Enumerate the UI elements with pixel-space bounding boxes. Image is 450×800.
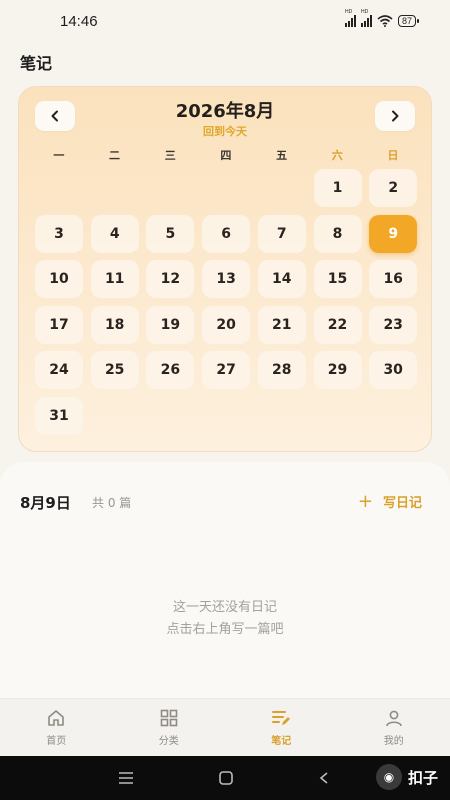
- calendar-day[interactable]: 4: [90, 214, 139, 253]
- menu-icon: [119, 772, 133, 784]
- signal-hd-label: HD: [360, 9, 369, 15]
- menu-button[interactable]: [116, 768, 136, 788]
- chevron-right-icon: [392, 110, 399, 122]
- weekday-label-saturday: 六: [331, 149, 343, 162]
- calendar-day[interactable]: 17: [35, 305, 83, 344]
- nav-label-notes: 笔记: [271, 736, 292, 747]
- calendar-day[interactable]: 15: [313, 260, 362, 298]
- calendar-day[interactable]: 27: [202, 351, 251, 389]
- calendar-day[interactable]: 23: [369, 305, 418, 344]
- status-bar: 14:46 HD HD 87: [0, 0, 450, 42]
- signal-icon: HD: [360, 9, 372, 27]
- weekday-label: 四: [220, 149, 232, 162]
- calendar-day[interactable]: 13: [202, 260, 251, 298]
- calendar-day-selected[interactable]: 9: [369, 214, 418, 253]
- entries-sheet: 8月9日 共 0 篇 + 写日记 这一天还没有日记 点击右上角写一篇吧: [0, 462, 450, 698]
- calendar-day[interactable]: 26: [146, 351, 195, 389]
- calendar-day[interactable]: 30: [369, 351, 418, 389]
- next-month-button[interactable]: [375, 101, 415, 131]
- entry-count: 共 0 篇: [92, 496, 132, 510]
- nav-item-category[interactable]: 分类: [113, 699, 226, 756]
- calendar-day[interactable]: 8: [313, 214, 362, 253]
- calendar-day[interactable]: 28: [257, 351, 306, 389]
- calendar-day[interactable]: 11: [90, 260, 139, 298]
- weekday-header: 一 二 三 四 五 六 日: [31, 147, 421, 163]
- calendar-day[interactable]: 12: [146, 260, 195, 298]
- calendar-card: 2026年8月 回到今天 一 二 三 四 五 六 日 1 2 3 4 5 6 7 8 9 10 11…: [18, 86, 432, 452]
- month-title: 2026年8月: [175, 101, 275, 122]
- signal-icon: HD: [344, 9, 356, 27]
- nav-label-category: 分类: [158, 736, 179, 747]
- home-system-button[interactable]: [216, 768, 236, 788]
- nav-item-profile[interactable]: 我的: [338, 699, 450, 756]
- weekday-label: 二: [109, 149, 121, 162]
- calendar-day[interactable]: 7: [257, 214, 306, 253]
- calendar-day[interactable]: 14: [257, 260, 306, 298]
- calendar-day[interactable]: 1: [313, 169, 362, 207]
- calendar-day[interactable]: 18: [90, 305, 139, 344]
- calendar-day[interactable]: 24: [35, 351, 83, 389]
- calendar-day[interactable]: 22: [313, 305, 362, 344]
- system-nav-bar: ◉ 扣子: [0, 756, 450, 800]
- back-system-button[interactable]: [314, 768, 334, 788]
- battery-indicator: 87: [397, 15, 420, 27]
- weekday-label: 一: [53, 149, 65, 162]
- empty-state-line1: 这一天还没有日记: [172, 600, 277, 615]
- coze-logo: ◉: [375, 764, 402, 790]
- weekday-label-sunday: 日: [387, 149, 399, 162]
- calendar-day[interactable]: 20: [202, 305, 251, 344]
- signal-hd-label: HD: [344, 9, 353, 15]
- nav-label-profile: 我的: [383, 736, 404, 747]
- selected-date-label: 8月9日: [20, 494, 71, 512]
- empty-state-line2: 点击右上角写一篇吧: [166, 622, 284, 637]
- watermark: ◉ 扣子: [375, 764, 438, 790]
- calendar-day[interactable]: 6: [202, 214, 251, 253]
- watermark-text: 扣子: [407, 768, 438, 787]
- bottom-nav: 首页 分类 笔记 我的: [0, 698, 450, 756]
- plus-icon: +: [357, 490, 373, 512]
- back-triangle-icon: [319, 772, 328, 784]
- status-icons: HD HD 87: [344, 9, 420, 27]
- square-icon: [219, 771, 233, 785]
- wifi-icon: [377, 15, 393, 27]
- nav-label-home: 首页: [46, 736, 67, 747]
- note-edit-icon: [272, 711, 291, 725]
- calendar-day[interactable]: 10: [35, 260, 83, 298]
- calendar-day[interactable]: 29: [313, 351, 362, 389]
- home-icon: [48, 710, 65, 726]
- weekday-label: 三: [164, 149, 176, 162]
- status-time: 14:46: [60, 12, 98, 30]
- weekday-label: 五: [276, 149, 288, 162]
- write-diary-label: 写日记: [382, 496, 422, 511]
- calendar-day[interactable]: 25: [90, 351, 139, 389]
- nav-item-home[interactable]: 首页: [0, 699, 113, 756]
- calendar-day[interactable]: 3: [35, 214, 83, 253]
- nav-item-notes[interactable]: 笔记: [225, 699, 338, 756]
- user-icon: [385, 710, 402, 727]
- page-title: 笔记: [20, 54, 53, 73]
- calendar-day[interactable]: 16: [369, 260, 418, 298]
- calendar-day[interactable]: 21: [257, 305, 306, 344]
- grid-icon: [160, 709, 178, 727]
- back-to-today-link[interactable]: 回到今天: [19, 123, 431, 139]
- calendar-day[interactable]: 2: [369, 169, 418, 207]
- calendar-day[interactable]: 5: [146, 214, 195, 253]
- write-diary-button[interactable]: + 写日记: [358, 492, 422, 511]
- calendar-day[interactable]: 19: [146, 305, 195, 344]
- calendar-day[interactable]: 31: [35, 396, 83, 435]
